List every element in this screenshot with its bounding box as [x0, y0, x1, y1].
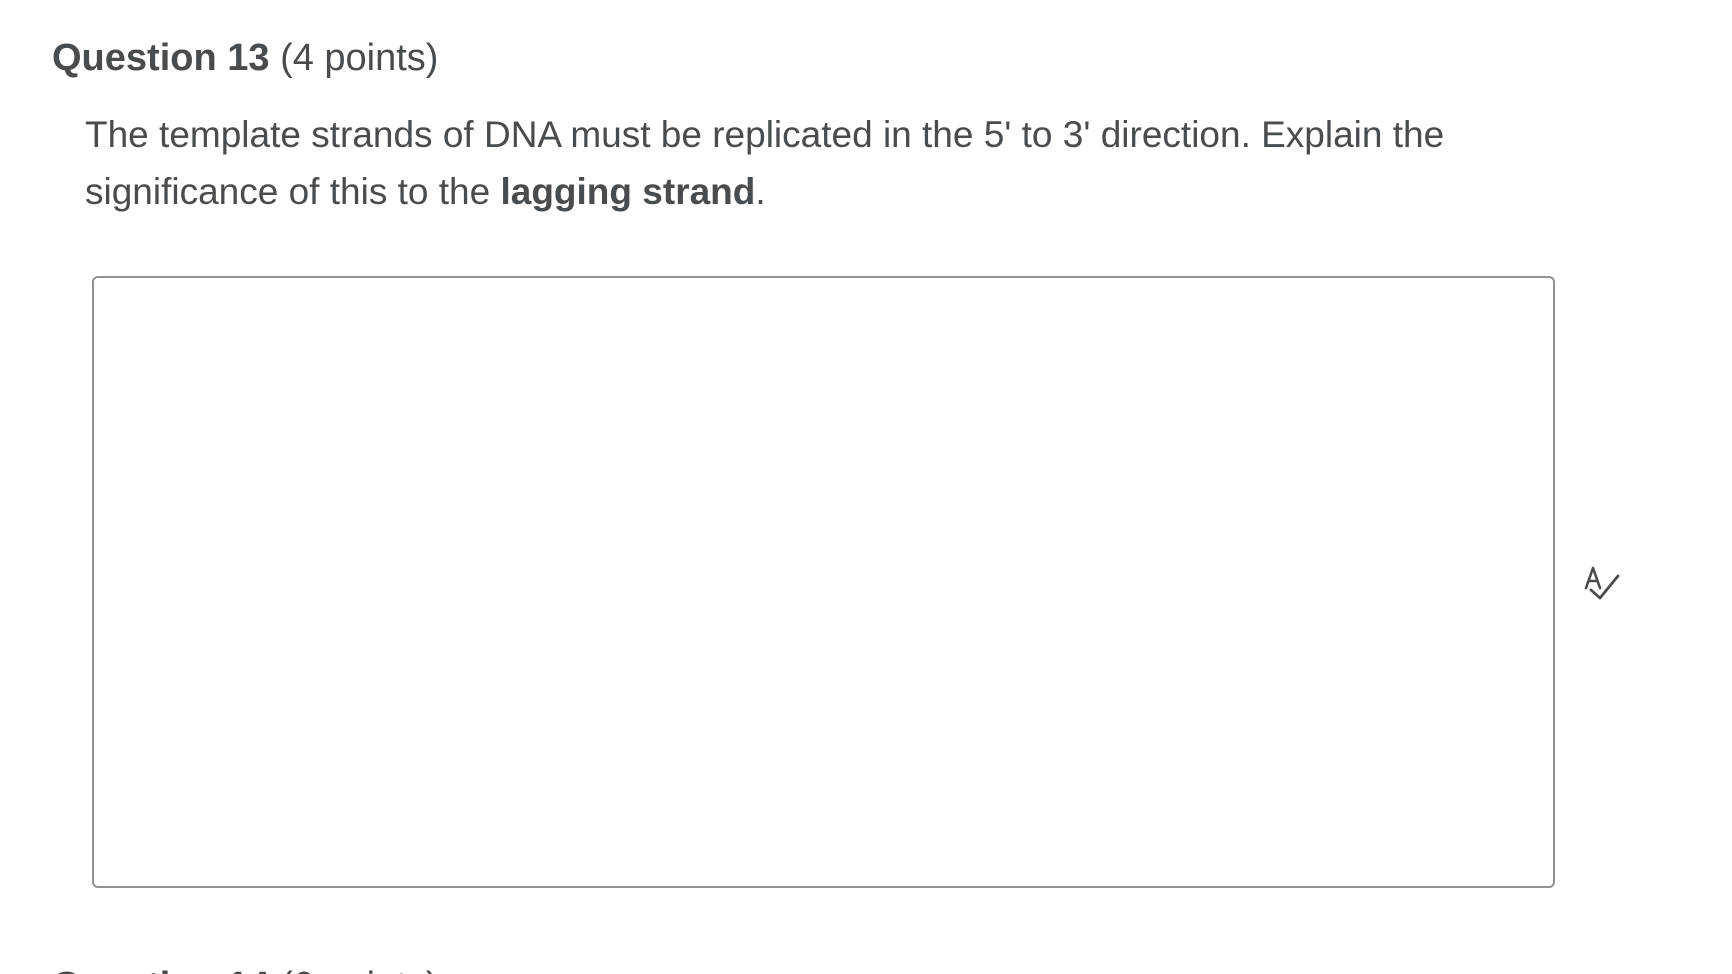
question-title: Question 13	[52, 37, 270, 79]
next-question-points: (6 points)	[280, 965, 438, 974]
quiz-page: Question 13 (4 points) The template stra…	[0, 0, 1732, 974]
question-prompt-emphasis: lagging strand	[500, 171, 756, 212]
next-question-title: Question 14	[52, 965, 270, 974]
question-points: (4 points)	[280, 37, 439, 79]
question-prompt: The template strands of DNA must be repl…	[85, 106, 1565, 220]
question-prompt-end: .	[755, 171, 766, 212]
question-header: Question 13 (4 points)	[52, 34, 438, 82]
next-question-header: Question 14 (6 points)	[52, 962, 438, 974]
answer-textarea[interactable]	[92, 276, 1555, 888]
spellcheck-icon[interactable]	[1582, 562, 1622, 604]
